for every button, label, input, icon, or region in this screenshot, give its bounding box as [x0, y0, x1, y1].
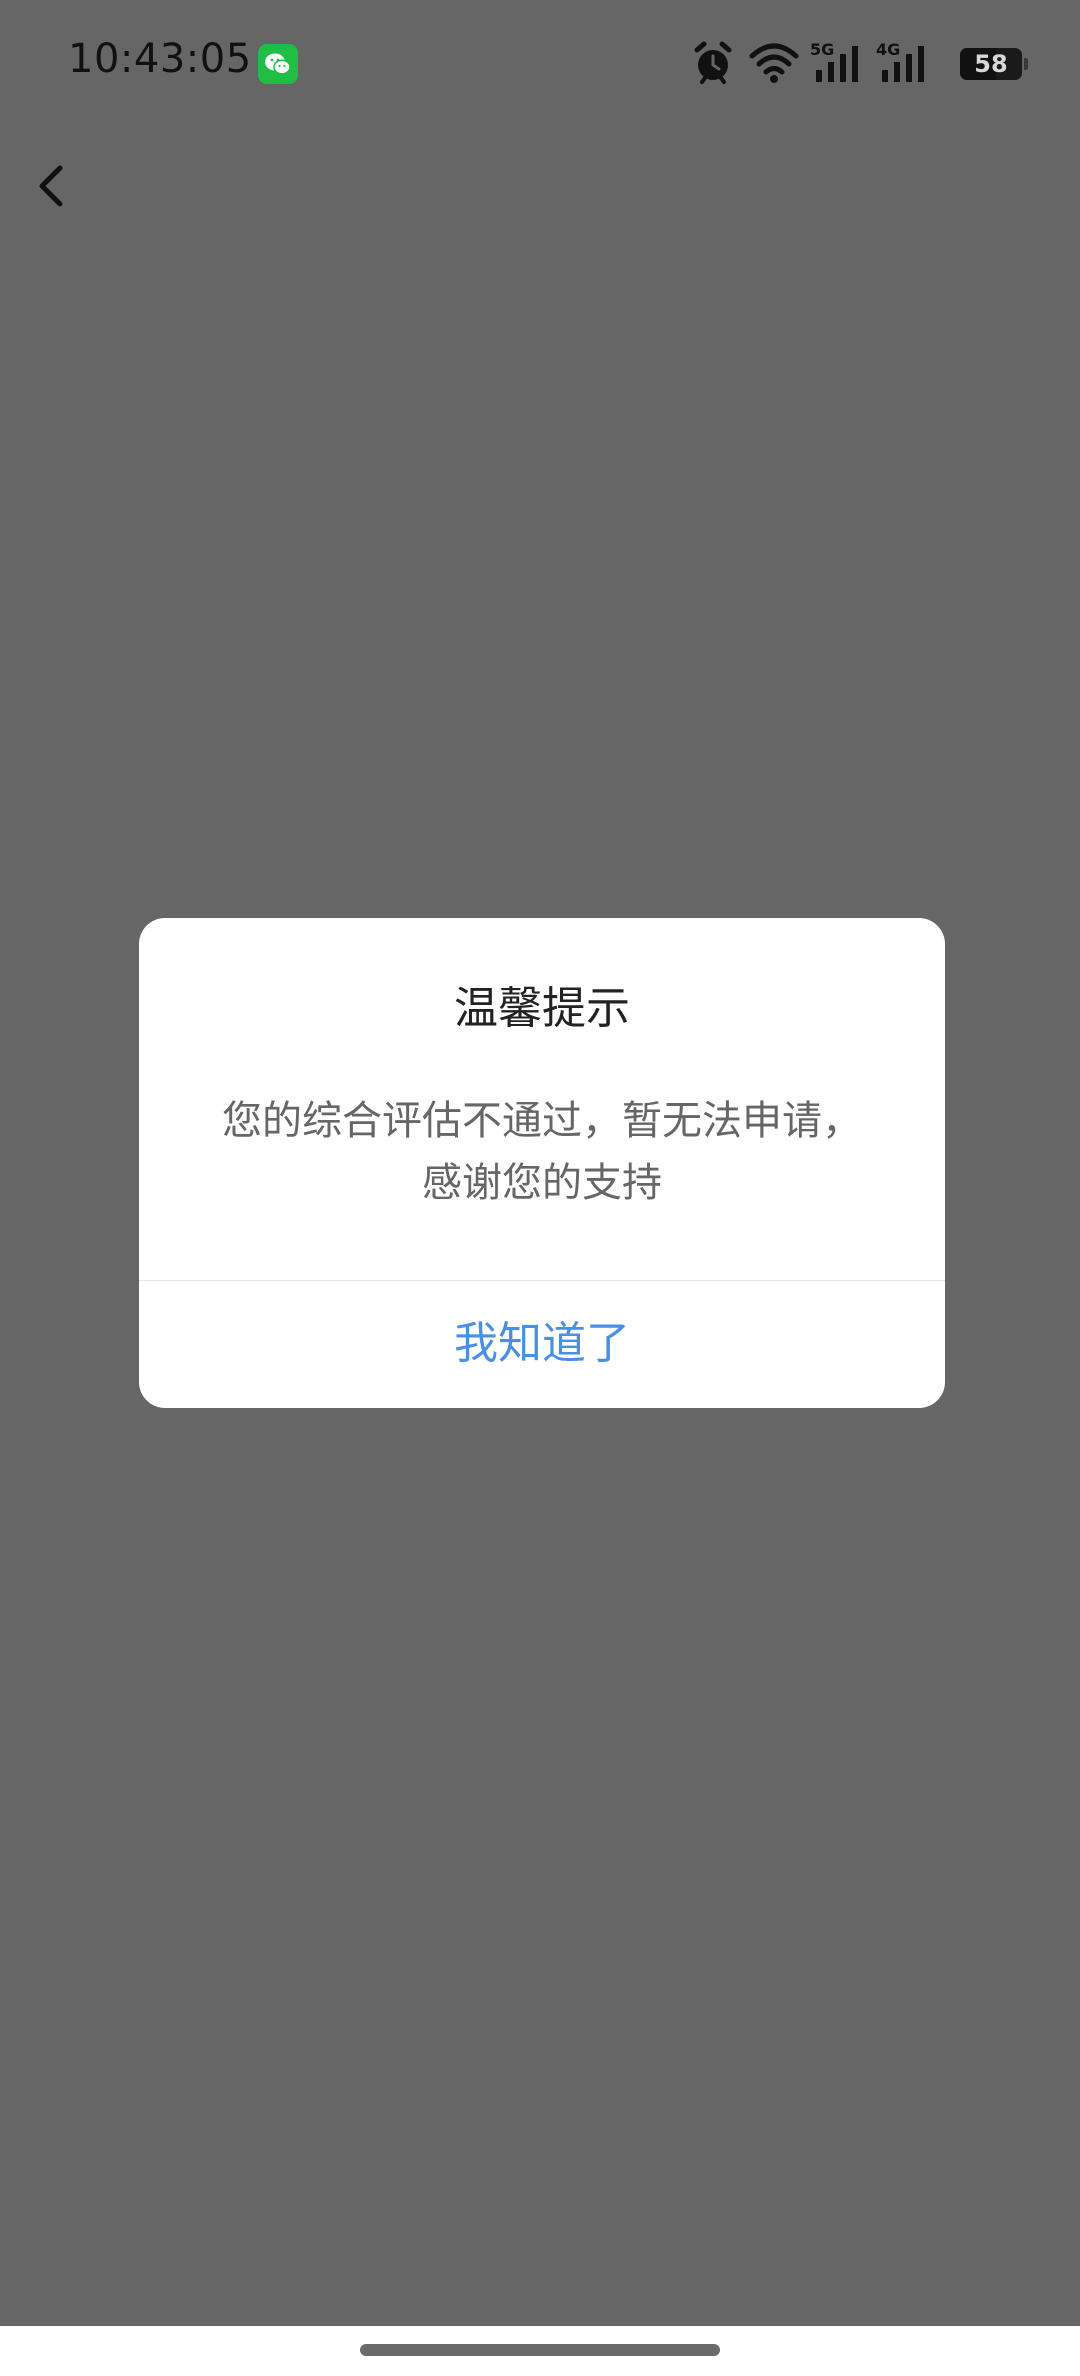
confirm-button[interactable]: 我知道了: [139, 1281, 945, 1408]
4g-signal-icon: 4G: [876, 40, 932, 86]
wechat-icon: [258, 44, 298, 84]
battery-icon: 58: [960, 48, 1028, 80]
alert-dialog: 温馨提示 您的综合评估不通过，暂无法申请，感谢您的支持 我知道了: [139, 918, 945, 1408]
gesture-bar: [0, 2326, 1080, 2376]
dialog-title: 温馨提示: [454, 983, 630, 1034]
home-indicator[interactable]: [360, 2344, 720, 2356]
chevron-left-icon: [39, 165, 63, 207]
5g-signal-icon: 5G: [810, 40, 866, 86]
status-icons: 5G 4G 58: [692, 40, 1028, 88]
status-time: 10:43:05: [68, 36, 252, 82]
battery-tip: [1024, 58, 1028, 70]
wifi-icon: [749, 43, 799, 83]
battery-level: 58: [974, 50, 1008, 78]
dialog-message: 您的综合评估不通过，暂无法申请，感谢您的支持: [222, 1098, 862, 1206]
status-bar: 10:43:05 5G 4G 58: [0, 0, 1080, 130]
alarm-icon: [694, 41, 732, 84]
back-button[interactable]: [24, 150, 96, 222]
